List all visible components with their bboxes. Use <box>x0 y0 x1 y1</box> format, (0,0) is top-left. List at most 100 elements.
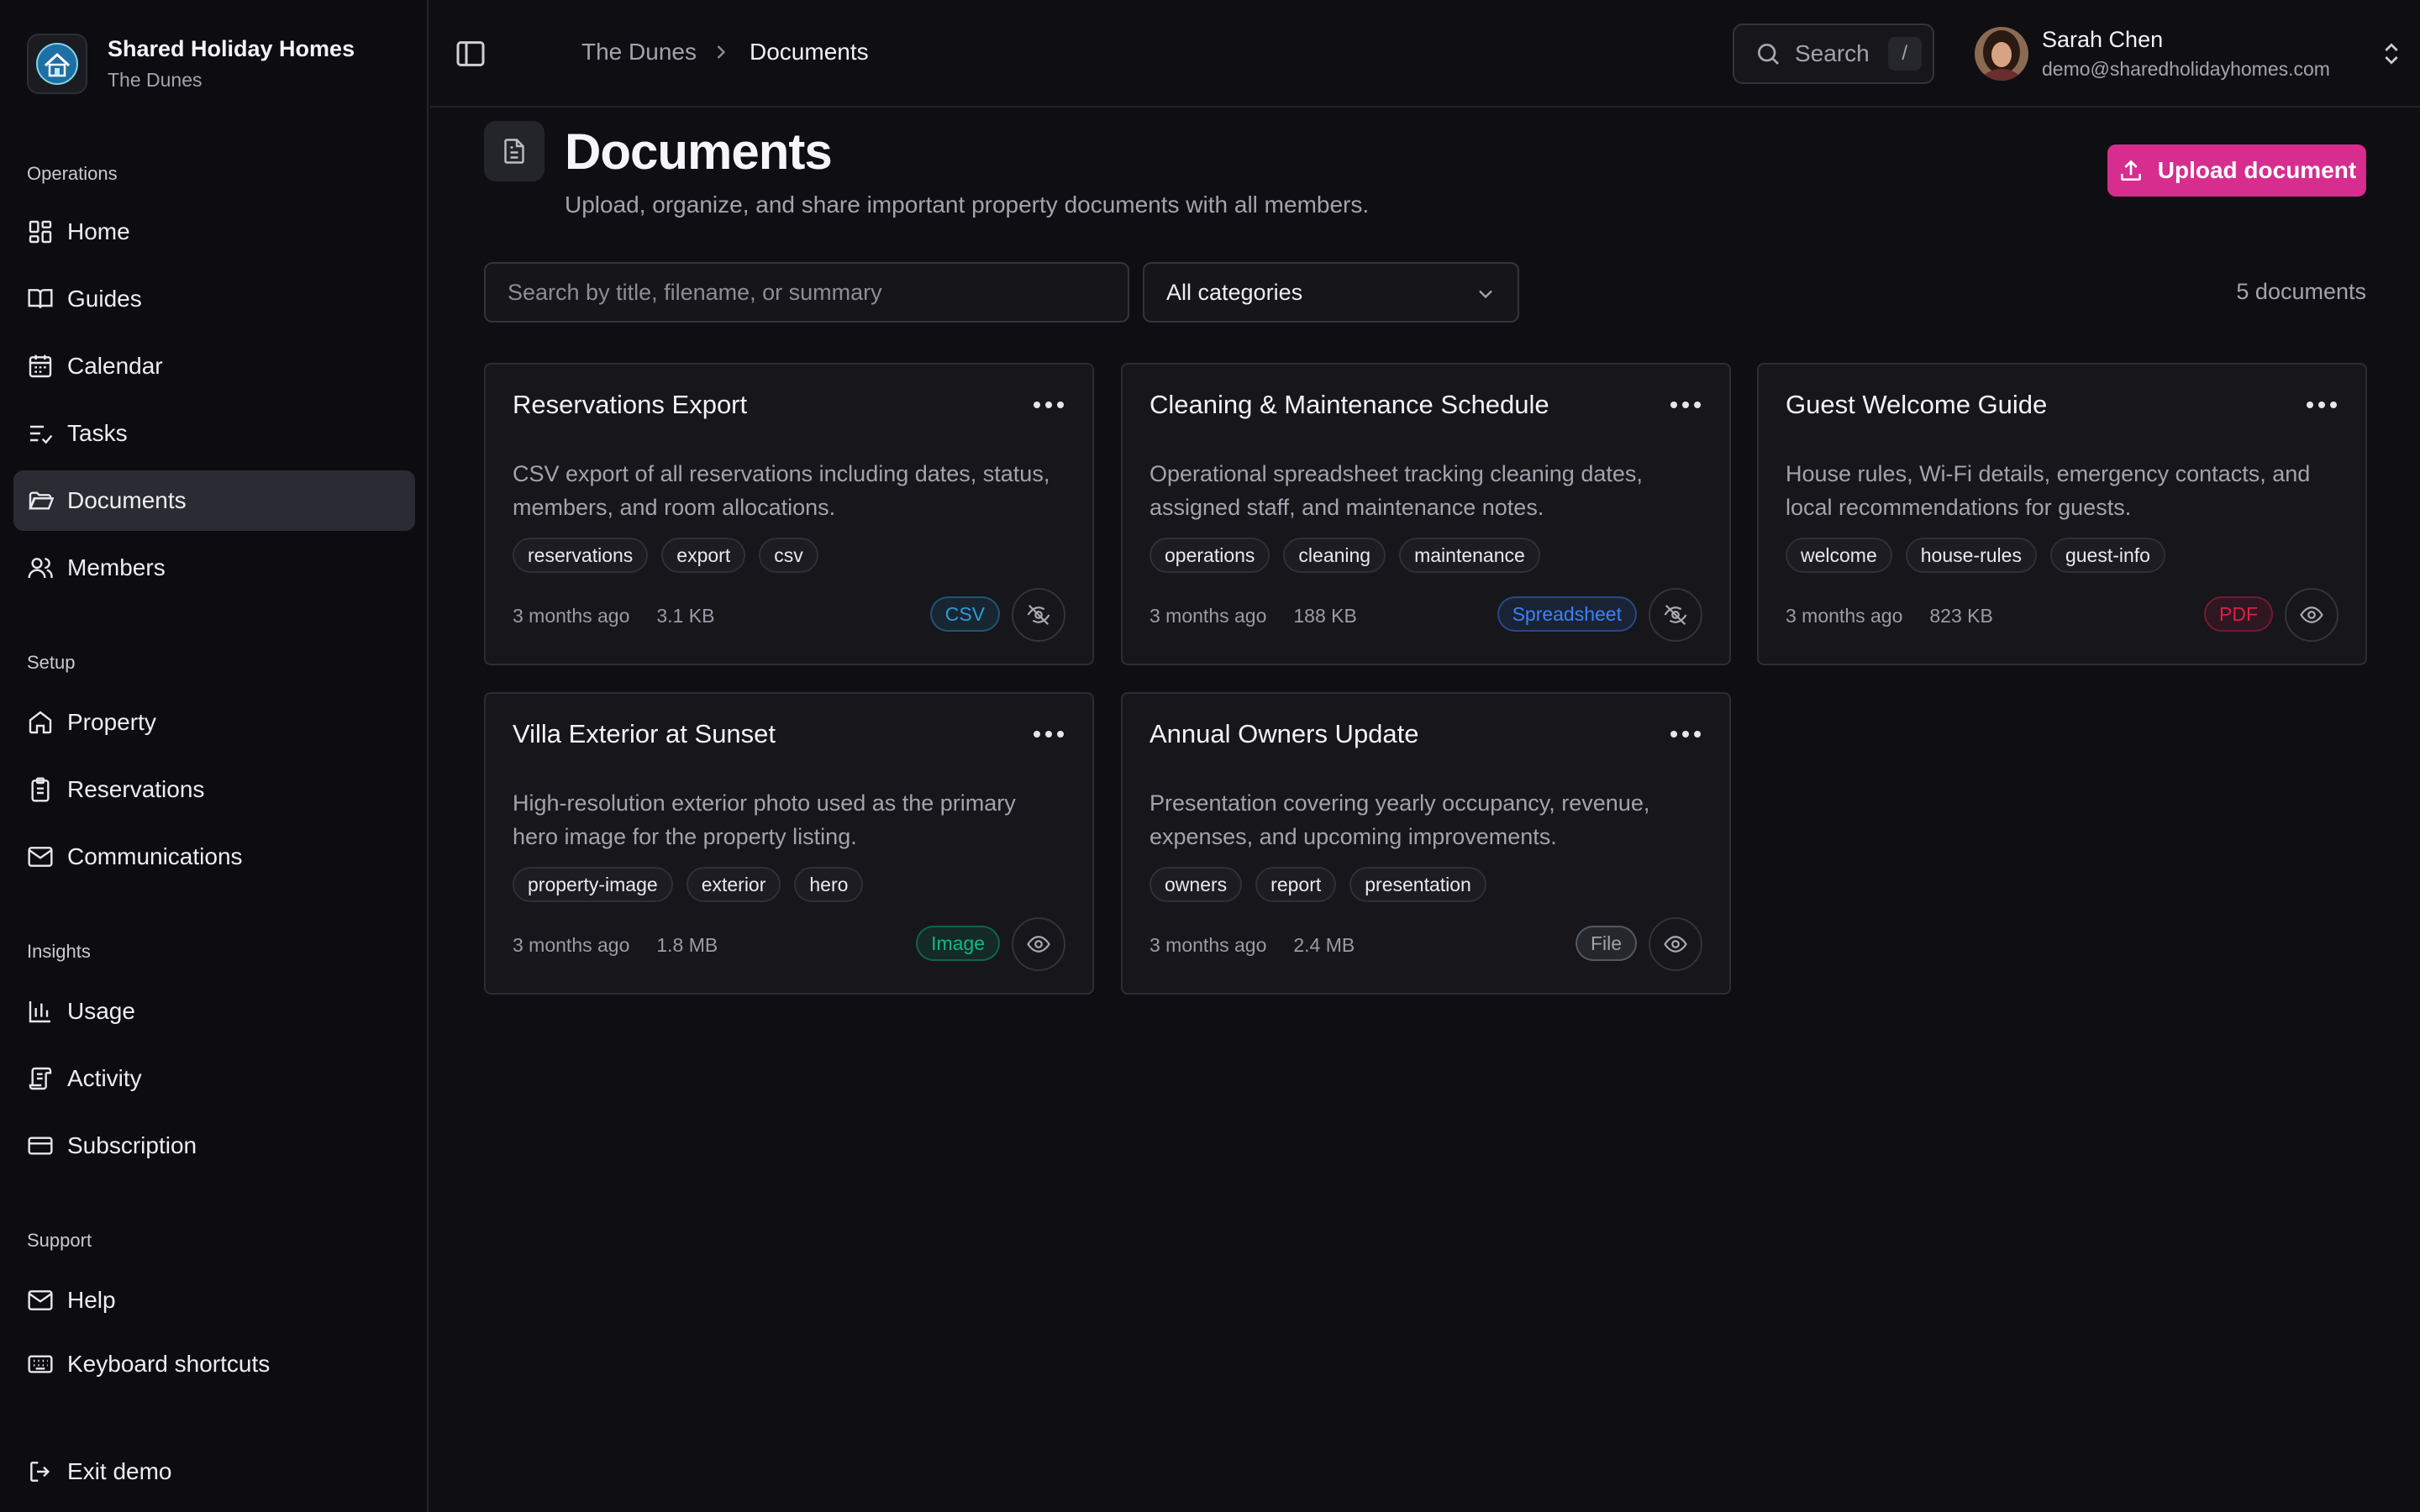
document-card[interactable]: Reservations Export CSV export of all res… <box>484 363 1094 665</box>
sidebar-item-help[interactable]: Help <box>13 1270 415 1331</box>
document-size: 3.1 KB <box>656 605 715 627</box>
sidebar-item-members[interactable]: Members <box>13 538 415 598</box>
eye-icon[interactable] <box>1649 917 1702 971</box>
document-age: 3 months ago <box>513 605 630 627</box>
document-tag[interactable]: welcome <box>1786 538 1892 573</box>
global-search-button[interactable]: Search / <box>1733 24 1934 84</box>
file-type-badge: Image <box>916 926 1000 961</box>
sidebar-item-usage[interactable]: Usage <box>13 981 415 1042</box>
document-card[interactable]: Cleaning & Maintenance Schedule Operation… <box>1121 363 1731 665</box>
document-title[interactable]: Annual Owners Update <box>1150 719 1419 749</box>
keyboard-icon <box>27 1351 54 1378</box>
sidebar-item-tasks[interactable]: Tasks <box>13 403 415 464</box>
section-label-setup: Setup <box>27 652 76 673</box>
sidebar-item-guides[interactable]: Guides <box>13 269 415 329</box>
document-card[interactable]: Villa Exterior at Sunset High-resolution … <box>484 692 1094 995</box>
brand-logo <box>27 34 87 94</box>
document-meta: 3 months ago 188 KB <box>1150 605 1357 627</box>
document-title[interactable]: Guest Welcome Guide <box>1786 390 2047 420</box>
document-tag[interactable]: cleaning <box>1283 538 1386 573</box>
breadcrumb-current: Documents <box>750 39 869 65</box>
sidebar-item-keyboard-shortcuts[interactable]: Keyboard shortcuts <box>13 1334 415 1394</box>
section-label-operations: Operations <box>27 163 118 184</box>
checklist-icon <box>27 420 54 447</box>
folder-icon <box>27 487 54 514</box>
sidebar-item-calendar[interactable]: Calendar <box>13 336 415 396</box>
top-bar: The Dunes Documents Search / Sarah Chen … <box>430 0 2420 108</box>
more-options-icon[interactable] <box>1665 395 1706 425</box>
document-tag[interactable]: csv <box>759 538 818 573</box>
document-size: 1.8 MB <box>656 934 718 956</box>
category-select[interactable]: All categories <box>1143 262 1519 323</box>
document-summary: CSV export of all reservations including… <box>513 461 1050 520</box>
document-tag[interactable]: owners <box>1150 867 1243 902</box>
document-card[interactable]: Guest Welcome Guide House rules, Wi-Fi de… <box>1757 363 2367 665</box>
document-tags: reservations export csv <box>513 538 832 573</box>
sidebar-item-label: Members <box>67 554 166 580</box>
sidebar-item-label: Help <box>67 1287 116 1313</box>
document-tag[interactable]: guest-info <box>2049 538 2165 573</box>
book-icon <box>27 286 54 312</box>
more-options-icon[interactable] <box>1028 395 1069 425</box>
document-title[interactable]: Cleaning & Maintenance Schedule <box>1150 390 1549 420</box>
user-menu[interactable]: Sarah Chen demo@sharedholidayhomes.com <box>1975 24 2405 84</box>
workspace-switcher[interactable]: Shared Holiday Homes The Dunes <box>27 34 355 94</box>
document-summary: House rules, Wi-Fi details, emergency co… <box>1786 461 2311 520</box>
breadcrumb-property[interactable]: The Dunes <box>581 39 697 66</box>
sidebar-item-documents[interactable]: Documents <box>13 470 415 531</box>
sidebar-item-label: Home <box>67 218 130 244</box>
more-options-icon[interactable] <box>2302 395 2342 425</box>
document-icon <box>484 121 544 181</box>
document-tags: operations cleaning maintenance <box>1150 538 1554 573</box>
document-card[interactable]: Annual Owners Update Presentation coverin… <box>1121 692 1731 995</box>
document-tag[interactable]: reservations <box>513 538 649 573</box>
workspace-property: The Dunes <box>108 69 203 91</box>
document-meta: 3 months ago 3.1 KB <box>513 605 714 627</box>
sidebar-toggle-icon[interactable] <box>454 37 487 71</box>
eye-icon[interactable] <box>1012 917 1065 971</box>
sidebar-item-home[interactable]: Home <box>13 202 415 262</box>
document-age: 3 months ago <box>1150 605 1267 627</box>
document-tag[interactable]: house-rules <box>1905 538 2037 573</box>
sidebar-item-label: Activity <box>67 1065 142 1091</box>
document-tag[interactable]: export <box>661 538 746 573</box>
document-tag[interactable]: operations <box>1150 538 1270 573</box>
sidebar-item-label: Guides <box>67 286 142 312</box>
section-label-insights: Insights <box>27 941 91 962</box>
logout-icon <box>27 1458 54 1485</box>
document-title[interactable]: Reservations Export <box>513 390 747 420</box>
scroll-icon <box>27 1065 54 1092</box>
document-tag[interactable]: report <box>1255 867 1337 902</box>
dashboard-icon <box>27 218 54 245</box>
eye-off-icon[interactable] <box>1012 588 1065 642</box>
document-summary: Operational spreadsheet tracking cleanin… <box>1150 461 1643 520</box>
sidebar-item-activity[interactable]: Activity <box>13 1048 415 1109</box>
document-size: 188 KB <box>1293 605 1357 627</box>
sidebar-item-subscription[interactable]: Subscription <box>13 1116 415 1176</box>
document-tag[interactable]: presentation <box>1349 867 1486 902</box>
eye-off-icon[interactable] <box>1649 588 1702 642</box>
document-tag[interactable]: exterior <box>686 867 781 902</box>
document-tag[interactable]: maintenance <box>1399 538 1540 573</box>
exit-demo-button[interactable]: Exit demo <box>13 1441 415 1502</box>
more-options-icon[interactable] <box>1028 724 1069 754</box>
document-tag[interactable]: hero <box>794 867 864 902</box>
sidebar-item-communications[interactable]: Communications <box>13 827 415 887</box>
sidebar-item-label: Communications <box>67 843 243 869</box>
eye-icon[interactable] <box>2285 588 2338 642</box>
page-title: Documents <box>565 123 833 180</box>
clipboard-icon <box>27 776 54 803</box>
document-size: 823 KB <box>1929 605 1993 627</box>
users-icon <box>27 554 54 581</box>
document-age: 3 months ago <box>1786 605 1903 627</box>
document-search-input[interactable] <box>484 262 1129 323</box>
upload-icon <box>2118 157 2144 184</box>
workspace-name: Shared Holiday Homes <box>108 36 355 61</box>
file-type-badge: File <box>1575 926 1637 961</box>
sidebar-item-property[interactable]: Property <box>13 692 415 753</box>
more-options-icon[interactable] <box>1665 724 1706 754</box>
upload-document-button[interactable]: Upload document <box>2107 144 2366 197</box>
sidebar-item-reservations[interactable]: Reservations <box>13 759 415 820</box>
document-tag[interactable]: property-image <box>513 867 673 902</box>
document-title[interactable]: Villa Exterior at Sunset <box>513 719 776 749</box>
